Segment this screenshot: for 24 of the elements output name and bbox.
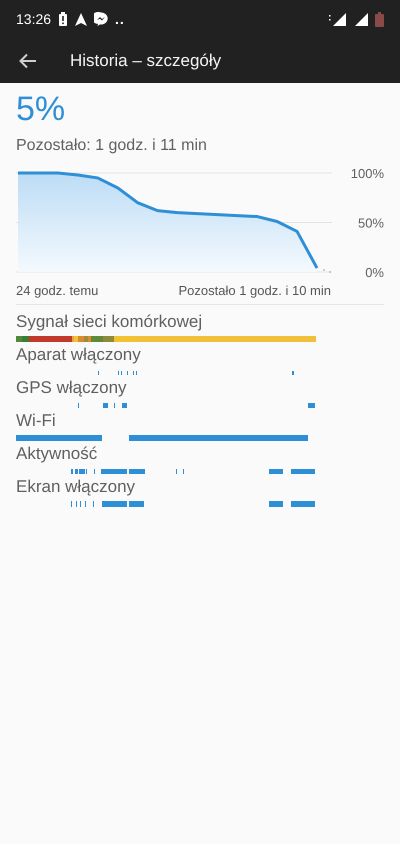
clock: 13:26	[16, 11, 52, 27]
forecast-dots	[323, 269, 331, 273]
signal-icon	[354, 12, 368, 26]
more-notifications: ..	[115, 11, 125, 27]
chart-start-label: 24 godz. temu	[16, 282, 98, 300]
y-axis-label: 100%	[350, 167, 384, 181]
timeline-label: GPS włączony	[16, 377, 128, 399]
back-icon[interactable]	[19, 52, 37, 68]
screen-title: Historia – szczegóły	[70, 50, 222, 70]
remaining-time: Pozostało: 1 godz. i 11 min	[16, 136, 208, 156]
chart-end-label: Pozostało 1 godz. i 10 min	[178, 282, 331, 300]
timeline-label: Wi-Fi	[16, 410, 57, 432]
y-axis-label: 0%	[365, 265, 384, 279]
timeline-label: Ekran włączony	[16, 476, 136, 498]
battery-percentage: 5%	[16, 89, 66, 129]
timeline-label: Aktywność	[16, 443, 98, 465]
timeline-label: Aparat włączony	[16, 344, 142, 366]
battery-alert-icon	[58, 12, 68, 26]
y-axis-label: 50%	[358, 216, 384, 230]
messenger-icon	[94, 12, 108, 26]
navigation-icon	[75, 12, 88, 26]
battery-icon	[375, 12, 384, 26]
timeline-label: Sygnał sieci komórkowej	[16, 311, 204, 333]
cellular-signal-icon	[329, 12, 347, 26]
